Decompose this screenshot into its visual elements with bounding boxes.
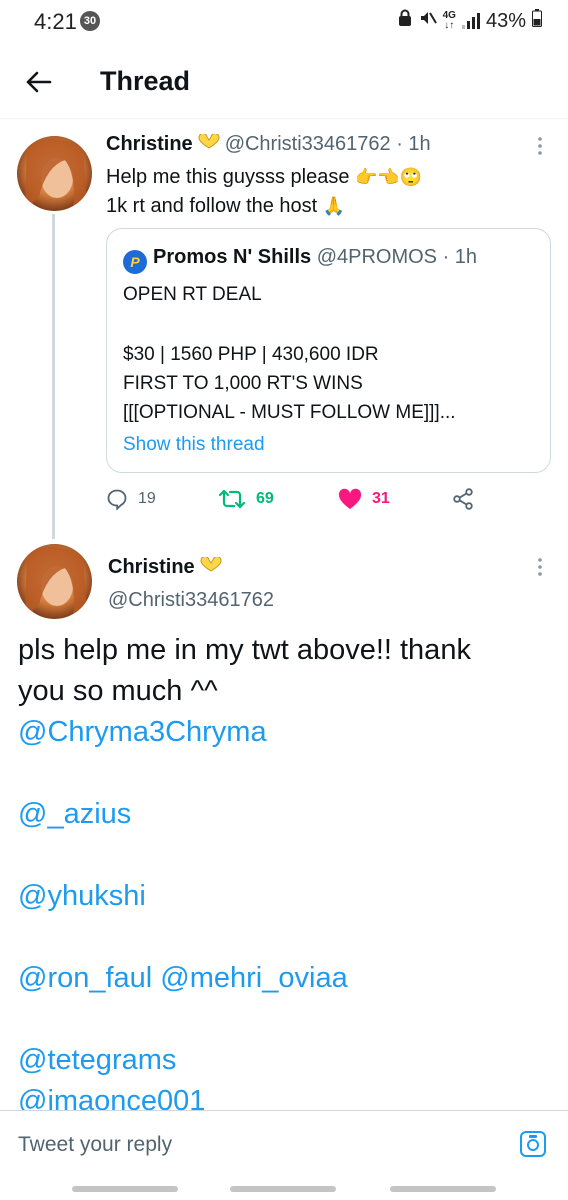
quoted-tweet-card[interactable]: P Promos N' Shills @4PROMOS · 1h OPEN RT …	[106, 228, 551, 473]
tweet-text-line: Help me this guysss please	[106, 166, 350, 188]
tweet-body-viewport: pls help me in my twt above!! thank you …	[0, 620, 568, 1110]
reply-bar: Tweet your reply	[0, 1110, 568, 1178]
more-options-button[interactable]	[530, 557, 550, 577]
reply-count: 19	[138, 490, 156, 507]
mention-link[interactable]: @imaonce001	[18, 1081, 548, 1110]
avatar[interactable]	[17, 544, 92, 619]
status-time: 4:21	[34, 9, 77, 34]
add-photo-button[interactable]	[518, 1129, 548, 1159]
more-vertical-icon	[538, 558, 542, 576]
battery-icon	[532, 9, 542, 33]
quoted-tweet-time: · 1h	[442, 246, 478, 268]
author-name-row: Christine	[108, 556, 227, 579]
quoted-text-line: [[[OPTIONAL - MUST FOLLOW ME]]]...	[123, 402, 456, 423]
heart-icon	[338, 488, 362, 509]
reply-input[interactable]: Tweet your reply	[18, 1133, 172, 1157]
tweet-actions: 19 69 31	[106, 488, 486, 514]
more-options-button[interactable]	[530, 136, 550, 156]
share-button[interactable]	[452, 488, 474, 510]
network-type: 4G ↓↑	[442, 10, 456, 31]
tweet-time: · 1h	[396, 133, 431, 155]
quoted-author-name: Promos N' Shills	[153, 246, 312, 268]
thread-header: Thread	[0, 44, 568, 119]
retweet-button[interactable]: 69	[218, 488, 274, 510]
mention-link[interactable]: @Chryma3Chryma	[18, 712, 548, 753]
thread-connector	[52, 214, 55, 539]
status-bar: 4:21 30 4G ↓↑ 43%	[0, 0, 568, 44]
page-title: Thread	[100, 66, 191, 96]
notification-count-badge: 30	[80, 11, 100, 31]
tweet-text-line: you so much ^^	[18, 675, 218, 707]
nav-back-handle[interactable]	[390, 1186, 496, 1192]
nav-home-handle[interactable]	[230, 1186, 336, 1192]
tweet-text-line: 1k rt and follow the host	[106, 195, 318, 217]
retweet-count: 69	[256, 490, 274, 507]
arrow-left-icon	[26, 71, 52, 93]
share-icon	[453, 488, 473, 510]
like-count: 31	[372, 490, 390, 507]
nav-recents-handle[interactable]	[72, 1186, 178, 1192]
author-handle[interactable]: @Christi33461762	[108, 589, 274, 612]
author-handle[interactable]: @Christi33461762	[225, 133, 391, 155]
promos-logo-icon: P	[123, 250, 147, 274]
quoted-tweet-header: P Promos N' Shills @4PROMOS · 1h	[123, 246, 477, 274]
quoted-text-line: FIRST TO 1,000 RT'S WINS	[123, 373, 363, 394]
author-name[interactable]: Christine	[106, 133, 193, 155]
quoted-text-line: $30 | 1560 PHP | 430,600 IDR	[123, 344, 379, 365]
lock-icon	[397, 9, 413, 33]
camera-icon	[520, 1131, 546, 1157]
like-button[interactable]: 31	[338, 488, 390, 510]
mention-link[interactable]: @ron_faul @mehri_oviaa	[18, 958, 548, 999]
author-name[interactable]: Christine	[108, 556, 195, 578]
status-icons: 4G ↓↑ 43%	[397, 9, 542, 33]
more-vertical-icon	[538, 137, 542, 155]
tweet-header: Christine @Christi33461762 · 1h	[106, 133, 431, 156]
yellow-heart-hands-icon	[199, 556, 223, 579]
quoted-text-line: OPEN RT DEAL	[123, 284, 262, 305]
tweet-text: pls help me in my twt above!! thank you …	[18, 630, 548, 1110]
mention-link[interactable]: @tetegrams	[18, 1040, 548, 1081]
praying-hands-emoji: 🙏	[322, 196, 346, 217]
reply-icon	[107, 489, 127, 510]
mute-icon	[419, 9, 437, 33]
back-button[interactable]	[20, 64, 56, 100]
mention-link[interactable]: @yhukshi	[18, 876, 548, 917]
yellow-heart-hands-icon	[197, 133, 221, 156]
tweet-text: Help me this guysss please 👉👈🙄 1k rt and…	[106, 163, 422, 221]
signal-icon	[461, 13, 480, 29]
battery-percent: 43%	[485, 9, 526, 32]
pointing-fingers-emoji: 👉👈🙄	[355, 167, 423, 188]
avatar[interactable]	[17, 136, 92, 211]
quoted-author-handle: @4PROMOS	[316, 246, 438, 268]
show-thread-link[interactable]: Show this thread	[123, 434, 265, 456]
retweet-icon	[218, 489, 246, 509]
reply-button[interactable]: 19	[106, 488, 156, 510]
mention-link[interactable]: @_azius	[18, 794, 548, 835]
tweet-text-line: pls help me in my twt above!! thank	[18, 634, 471, 666]
